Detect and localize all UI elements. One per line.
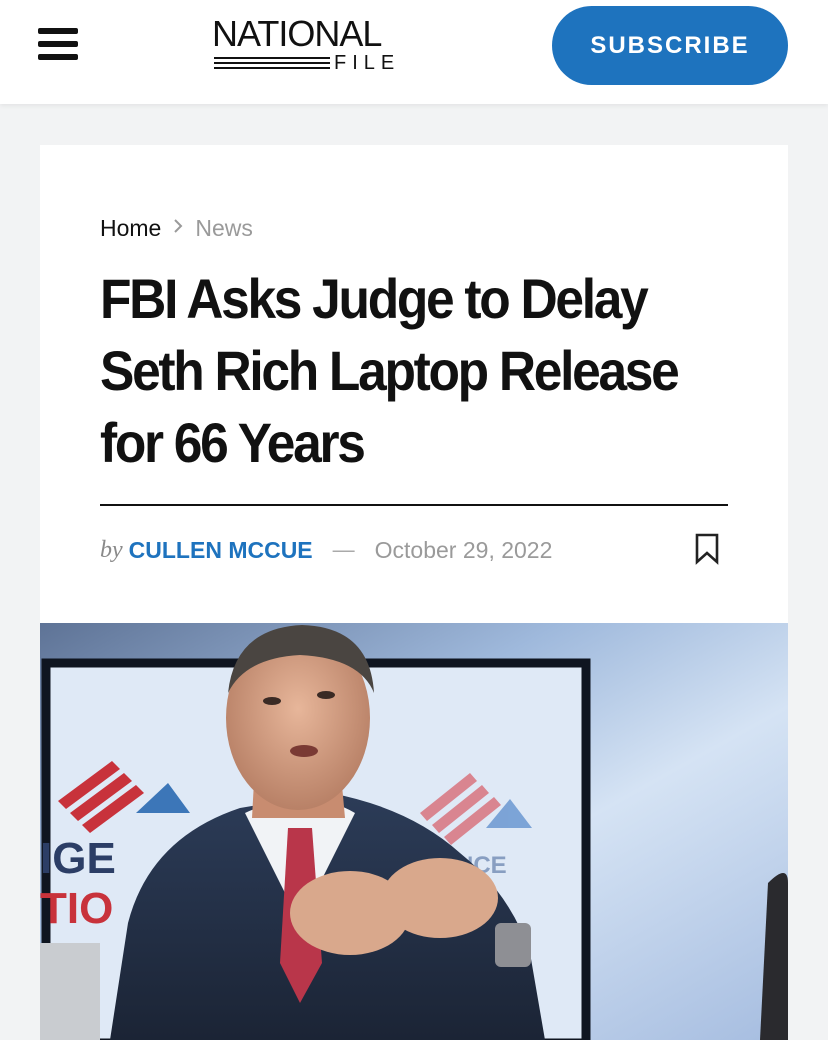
byline-prefix: by	[100, 536, 123, 563]
breadcrumb-news-link[interactable]: News	[195, 215, 253, 242]
hero-image[interactable]: IGE TIO ENCE NAL	[40, 623, 788, 1040]
logo-wordmark-top: NATIONAL	[212, 13, 382, 54]
svg-text:TIO: TIO	[40, 884, 113, 933]
site-header: NATIONAL FILE SUBSCRIBE	[0, 0, 828, 104]
logo-wordmark-bottom: FILE	[334, 52, 401, 74]
author-link[interactable]: CULLEN MCCUE	[129, 537, 313, 564]
subscribe-button[interactable]: SUBSCRIBE	[552, 6, 788, 85]
article-title-line: FBI Asks Judge to Delay	[100, 267, 649, 330]
breadcrumb: Home News	[100, 214, 253, 242]
article-title-line: Seth Rich Laptop Release	[100, 339, 680, 402]
svg-text:IGE: IGE	[40, 834, 116, 883]
article-meta: by CULLEN MCCUE — October 29, 2022	[100, 533, 728, 567]
logo-lines	[214, 57, 330, 71]
article-title: FBI Asks Judge to Delay Seth Rich Laptop…	[100, 263, 689, 479]
article-title-line: for 66 Years	[100, 411, 366, 474]
publish-date: October 29, 2022	[374, 536, 553, 563]
hamburger-menu-icon[interactable]	[38, 28, 78, 60]
article-card: Home News FBI Asks Judge to Delay Seth R…	[40, 145, 788, 1040]
title-divider	[100, 504, 728, 506]
meta-separator: —	[332, 537, 355, 562]
bookmark-icon[interactable]	[694, 533, 720, 565]
chevron-right-icon	[173, 217, 183, 240]
site-logo[interactable]: NATIONAL FILE	[212, 14, 412, 76]
breadcrumb-home-link[interactable]: Home	[100, 215, 161, 242]
hero-photo: IGE TIO ENCE NAL	[40, 623, 788, 1040]
